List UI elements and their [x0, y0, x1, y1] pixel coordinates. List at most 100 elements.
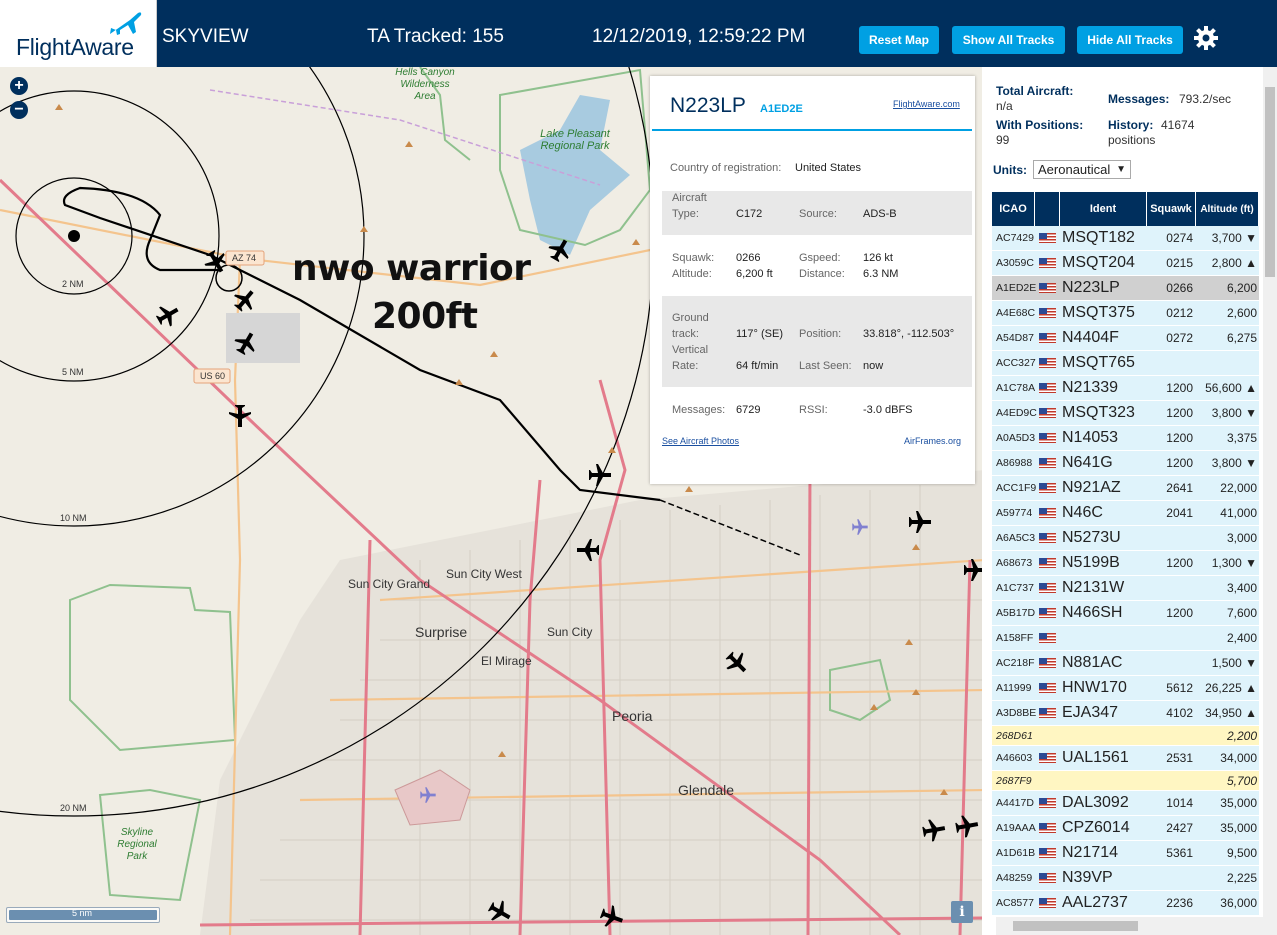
messages-label: Messages: — [1108, 92, 1170, 106]
cell-icao: A3D8BE — [996, 707, 1037, 719]
cell-altitude: 3,700 ▼ — [1211, 231, 1257, 245]
ring-label-2nm: 2 NM — [62, 279, 84, 289]
route-shield-az74: AZ 74 — [232, 253, 257, 263]
table-row[interactable]: A4E68C MSQT375 0212 2,600 — [992, 301, 1259, 326]
cell-squawk: 1200 — [1166, 606, 1193, 620]
table-row[interactable]: A46603 UAL1561 2531 34,000 — [992, 746, 1259, 771]
zoom-in-button[interactable]: + — [10, 77, 28, 95]
cell-ident: MSQT204 — [1062, 254, 1135, 271]
cell-altitude: 3,400 — [1226, 581, 1257, 595]
table-row[interactable]: A3D8BE EJA347 4102 34,950 ▲ — [992, 701, 1259, 726]
table-row[interactable]: A5B17D N466SH 1200 7,600 — [992, 601, 1259, 626]
source-label: Source: — [799, 208, 837, 220]
table-row[interactable]: A4ED9C MSQT323 1200 3,800 ▼ — [992, 401, 1259, 426]
cell-ident: MSQT323 — [1062, 404, 1135, 421]
cell-icao: ACC327 — [996, 357, 1036, 369]
map-info-button[interactable]: i — [951, 901, 973, 923]
table-row[interactable]: A48259 N39VP 2,225 — [992, 866, 1259, 891]
cell-ident: N5273U — [1062, 529, 1121, 546]
table-row[interactable]: A4417D DAL3092 1014 35,000 — [992, 791, 1259, 816]
table-row[interactable]: A6A5C3 N5273U 3,000 — [992, 526, 1259, 551]
with-positions-value: 99 — [996, 133, 1010, 147]
col-squawk[interactable]: Squawk — [1147, 192, 1196, 226]
table-row[interactable]: A0A5D3 N14053 1200 3,375 — [992, 426, 1259, 451]
cell-icao: A54D87 — [996, 332, 1034, 344]
show-all-tracks-button[interactable]: Show All Tracks — [952, 26, 1065, 54]
cell-icao: A1C737 — [996, 582, 1034, 594]
table-row[interactable]: A3059C MSQT204 0215 2,800 ▲ — [992, 251, 1259, 276]
table-row[interactable]: A68673 N5199B 1200 1,300 ▼ — [992, 551, 1259, 576]
aircraft-detail-popup: N223LP A1ED2E FlightAware.com Country of… — [650, 76, 975, 484]
table-row[interactable]: A59774 N46C 2041 41,000 — [992, 501, 1259, 526]
table-row[interactable]: AC7429 MSQT182 0274 3,700 ▼ — [992, 226, 1259, 251]
town-sun-city-grand: Sun City Grand — [348, 577, 431, 591]
us-flag-icon — [1039, 898, 1056, 908]
table-row[interactable]: ACC327 MSQT765 — [992, 351, 1259, 376]
col-flag[interactable] — [1035, 192, 1060, 226]
cell-altitude: 3,800 ▼ — [1211, 406, 1257, 420]
cell-flag — [1035, 283, 1060, 293]
lastseen-label: Last Seen: — [799, 360, 852, 372]
cell-squawk: 1200 — [1166, 556, 1193, 570]
cell-icao: A11999 — [996, 682, 1032, 694]
history-label: History: — [1108, 118, 1154, 132]
us-flag-icon — [1039, 708, 1056, 718]
table-row[interactable]: A86988 N641G 1200 3,800 ▼ — [992, 451, 1259, 476]
reset-map-button[interactable]: Reset Map — [859, 26, 939, 54]
cell-ident: N466SH — [1062, 604, 1123, 621]
cell-icao: A1C78A — [996, 382, 1036, 394]
table-row[interactable]: A11999 HNW170 5612 26,225 ▲ — [992, 676, 1259, 701]
col-altitude[interactable]: Altitude (ft) — [1196, 192, 1259, 226]
cell-ident: UAL1561 — [1062, 749, 1129, 766]
units-select[interactable]: Aeronautical ▼ — [1033, 160, 1131, 179]
cell-ident: N4404F — [1062, 329, 1119, 346]
table-row[interactable]: A1C78A N21339 1200 56,600 ▲ — [992, 376, 1259, 401]
cell-icao: A19AAA — [996, 822, 1036, 834]
us-flag-icon — [1039, 308, 1056, 318]
clock-datetime: 12/12/2019, 12:59:22 PM — [592, 26, 806, 47]
popup-flightaware-link[interactable]: FlightAware.com — [893, 99, 960, 109]
table-row[interactable]: A19AAA CPZ6014 2427 35,000 — [992, 816, 1259, 841]
app-title: SKYVIEW — [162, 26, 249, 47]
settings-gear-icon[interactable] — [1193, 25, 1219, 51]
cell-squawk: 1200 — [1166, 406, 1193, 420]
col-icao[interactable]: ICAO — [992, 192, 1035, 226]
airframes-link[interactable]: AirFrames.org — [904, 436, 961, 446]
flightaware-logo[interactable]: FlightAware — [0, 0, 157, 67]
table-row[interactable]: 268D61 2,200 — [992, 726, 1259, 746]
cell-flag — [1035, 633, 1060, 643]
cell-altitude: 6,275 — [1226, 331, 1257, 345]
table-row[interactable]: AC218F N881AC 1,500 ▼ — [992, 651, 1259, 676]
table-row[interactable]: AC8577 AAL2737 2236 36,000 — [992, 891, 1259, 916]
sidebar-horizontal-scrollbar[interactable] — [996, 917, 1263, 935]
cell-flag — [1035, 798, 1060, 808]
town-peoria: Peoria — [612, 708, 653, 724]
cell-icao: A68673 — [996, 557, 1033, 569]
rssi-value: -3.0 dBFS — [863, 404, 913, 416]
zoom-out-button[interactable]: − — [10, 101, 28, 119]
cell-icao: AC8577 — [996, 897, 1034, 909]
cell-icao: A86988 — [996, 457, 1033, 469]
messages-label: Messages: — [672, 404, 726, 416]
hide-all-tracks-button[interactable]: Hide All Tracks — [1077, 26, 1183, 54]
table-row[interactable]: A1D61B N21714 5361 9,500 — [992, 841, 1259, 866]
table-row[interactable]: A54D87 N4404F 0272 6,275 — [992, 326, 1259, 351]
table-row[interactable]: A1C737 N2131W 3,400 — [992, 576, 1259, 601]
cell-ident: N881AC — [1062, 654, 1123, 671]
col-ident[interactable]: Ident — [1060, 192, 1147, 226]
table-row[interactable]: A158FF 2,400 — [992, 626, 1259, 651]
table-row[interactable]: ACC1F9 N921AZ 2641 22,000 — [992, 476, 1259, 501]
table-row[interactable]: 2687F9 5,700 — [992, 771, 1259, 791]
altitude-value: 6,200 ft — [736, 268, 773, 280]
cell-icao: A4417D — [996, 797, 1034, 809]
cell-altitude: 2,600 — [1226, 306, 1257, 320]
cell-ident: N5199B — [1062, 554, 1120, 571]
aircraft-photos-link[interactable]: See Aircraft Photos — [662, 436, 739, 446]
cell-squawk: 2427 — [1166, 821, 1193, 835]
sidebar-vertical-scrollbar[interactable] — [1263, 67, 1277, 935]
cell-icao: A4ED9C — [996, 407, 1037, 419]
us-flag-icon — [1039, 483, 1056, 493]
squawk-value: 0266 — [736, 252, 761, 264]
cell-squawk: 0266 — [1166, 281, 1193, 295]
table-row[interactable]: A1ED2E N223LP 0266 6,200 — [992, 276, 1259, 301]
